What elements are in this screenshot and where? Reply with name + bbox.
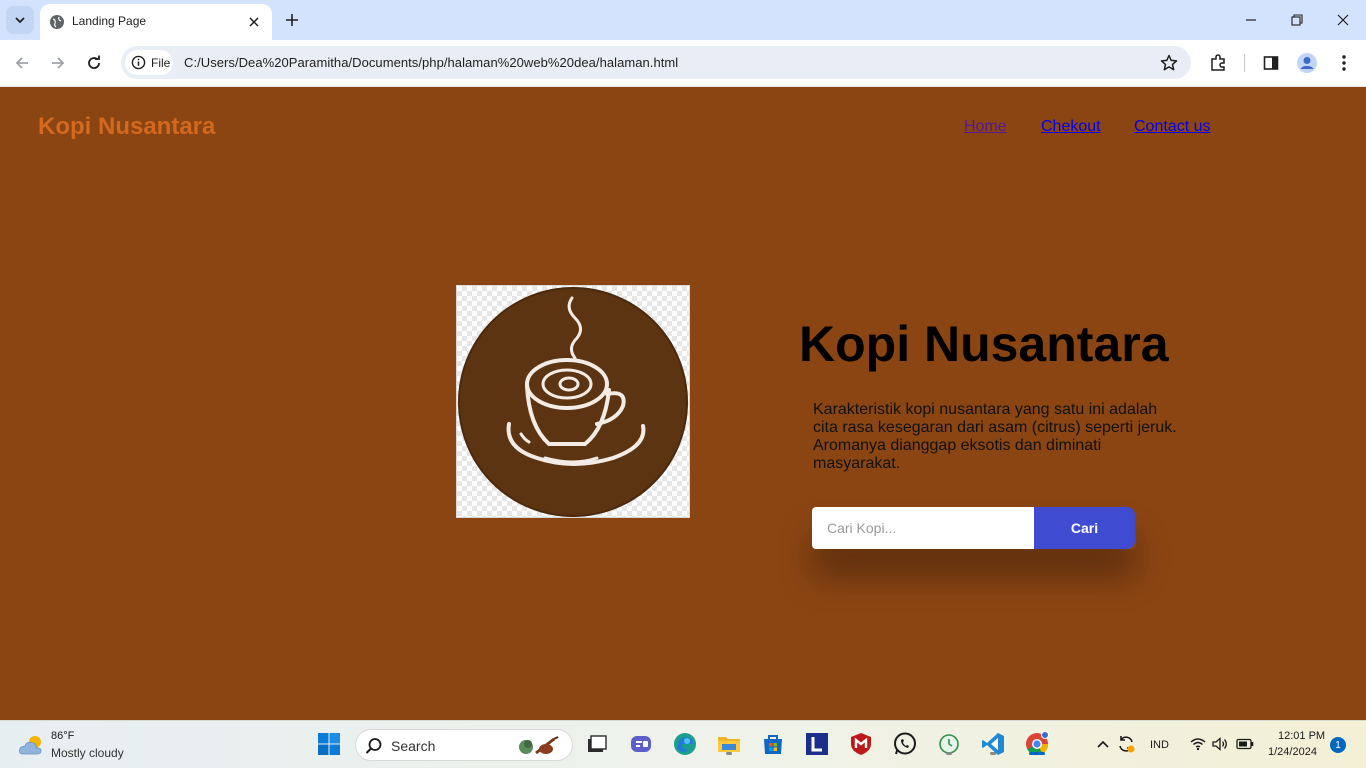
windows-logo-icon bbox=[318, 733, 340, 755]
taskbar-app-whatsapp[interactable] bbox=[892, 731, 918, 757]
edge-browser-icon bbox=[674, 733, 696, 755]
taskbar-app-clock[interactable] bbox=[936, 731, 962, 757]
search-icon bbox=[365, 738, 382, 754]
whatsapp-icon bbox=[894, 732, 916, 755]
url-text[interactable]: C:/Users/Dea%20Paramitha/Documents/php/h… bbox=[184, 55, 678, 70]
mcafee-shield-icon bbox=[851, 733, 871, 755]
taskbar-search-box[interactable]: Search bbox=[355, 729, 573, 761]
chevron-down-icon bbox=[15, 17, 25, 24]
extensions-button[interactable] bbox=[1206, 51, 1230, 75]
tray-sync-button[interactable] bbox=[1113, 731, 1139, 757]
new-tab-button[interactable] bbox=[280, 8, 304, 32]
search-highlight-icon bbox=[519, 736, 559, 755]
tab-close-button[interactable] bbox=[244, 12, 264, 32]
running-indicator bbox=[946, 752, 952, 755]
running-indicator bbox=[726, 752, 732, 755]
nav-link-checkout[interactable]: Chekout bbox=[1041, 118, 1101, 136]
weather-temperature[interactable]: 86°F bbox=[51, 730, 74, 742]
browser-tab-bar: Landing Page bbox=[0, 0, 1366, 40]
close-window-icon bbox=[1337, 14, 1349, 26]
weather-description[interactable]: Mostly cloudy bbox=[51, 746, 124, 760]
forward-icon bbox=[52, 57, 65, 69]
sidepanel-icon bbox=[1263, 56, 1279, 70]
chevron-up-icon bbox=[1097, 740, 1109, 748]
browser-tab-active[interactable]: Landing Page bbox=[40, 4, 272, 40]
taskbar-app-task-view[interactable] bbox=[584, 731, 610, 757]
extensions-icon bbox=[1211, 54, 1225, 71]
reload-button[interactable] bbox=[81, 50, 107, 76]
clock-time[interactable]: 12:01 PM bbox=[1278, 730, 1325, 742]
site-chip-label: File bbox=[151, 55, 171, 70]
bookmark-button[interactable] bbox=[1159, 53, 1179, 73]
hero-description: Karakteristik kopi nusantara yang satu i… bbox=[813, 401, 1177, 472]
address-bar[interactable]: File C:/Users/Dea%20Paramitha/Documents/… bbox=[121, 46, 1191, 79]
taskbar-app-store[interactable] bbox=[760, 731, 786, 757]
task-view-icon bbox=[588, 735, 607, 752]
nav-link-home[interactable]: Home bbox=[964, 118, 1007, 136]
teams-chat-icon bbox=[631, 736, 651, 752]
microsoft-store-icon bbox=[764, 735, 782, 754]
nav-link-contact[interactable]: Contact us bbox=[1134, 118, 1210, 136]
clock-date[interactable]: 1/24/2024 bbox=[1268, 746, 1317, 758]
landing-page: Kopi Nusantara Home Chekout Contact us K… bbox=[0, 87, 1366, 720]
windows-taskbar: 86°F Mostly cloudy Search IND 12:01 PM 1… bbox=[0, 720, 1366, 768]
cloudy-weather-icon[interactable] bbox=[18, 733, 46, 757]
search-form: Cari bbox=[812, 507, 1136, 549]
taskbar-app-file-explorer[interactable] bbox=[716, 731, 742, 757]
close-icon bbox=[249, 17, 259, 27]
back-button[interactable] bbox=[9, 50, 35, 76]
taskbar-app-l[interactable] bbox=[804, 731, 830, 757]
wifi-icon bbox=[1190, 738, 1206, 751]
active-window-indicator bbox=[1029, 752, 1045, 755]
tray-battery-button[interactable] bbox=[1232, 731, 1258, 757]
star-icon bbox=[1160, 54, 1178, 71]
reload-icon bbox=[88, 55, 100, 69]
tab-title: Landing Page bbox=[72, 14, 147, 28]
taskbar-app-teams[interactable] bbox=[628, 731, 654, 757]
search-input[interactable] bbox=[812, 507, 1034, 549]
taskbar-app-mcafee[interactable] bbox=[848, 731, 874, 757]
kebab-menu-icon bbox=[1342, 55, 1346, 71]
running-indicator bbox=[990, 752, 996, 755]
minimize-icon bbox=[1246, 19, 1256, 21]
l-app-icon bbox=[806, 733, 828, 755]
profile-button[interactable] bbox=[1295, 51, 1319, 75]
toolbar-separator bbox=[1244, 54, 1245, 72]
battery-icon bbox=[1236, 738, 1254, 750]
forward-button[interactable] bbox=[45, 50, 71, 76]
speaker-icon bbox=[1212, 737, 1227, 751]
info-icon bbox=[131, 55, 146, 70]
chrome-menu-button[interactable] bbox=[1332, 51, 1356, 75]
restore-button[interactable] bbox=[1283, 6, 1311, 34]
restore-icon bbox=[1291, 14, 1303, 26]
taskbar-app-edge[interactable] bbox=[672, 731, 698, 757]
taskbar-app-vscode[interactable] bbox=[980, 731, 1006, 757]
sync-icon bbox=[1119, 736, 1135, 753]
site-info-chip[interactable]: File bbox=[125, 50, 173, 75]
close-window-button[interactable] bbox=[1329, 6, 1357, 34]
plus-icon bbox=[286, 14, 298, 26]
coffee-logo-image bbox=[456, 285, 690, 518]
input-language[interactable]: IND bbox=[1150, 739, 1169, 751]
notification-badge[interactable]: 1 bbox=[1330, 737, 1346, 753]
start-button[interactable] bbox=[316, 731, 342, 757]
search-button[interactable]: Cari bbox=[1034, 507, 1135, 549]
brand-logo-text[interactable]: Kopi Nusantara bbox=[38, 113, 215, 141]
coffee-cup-icon bbox=[458, 287, 688, 517]
taskbar-search-label: Search bbox=[391, 738, 436, 754]
globe-icon bbox=[50, 15, 64, 29]
profile-icon bbox=[1297, 53, 1317, 73]
taskbar-app-chrome[interactable] bbox=[1024, 731, 1050, 757]
back-icon bbox=[15, 57, 28, 69]
browser-toolbar: File C:/Users/Dea%20Paramitha/Documents/… bbox=[0, 40, 1366, 87]
side-panel-button[interactable] bbox=[1259, 51, 1283, 75]
minimize-button[interactable] bbox=[1237, 6, 1265, 34]
tray-volume-button[interactable] bbox=[1207, 731, 1233, 757]
hero-title: Kopi Nusantara bbox=[799, 316, 1169, 372]
tab-search-button[interactable] bbox=[6, 6, 34, 34]
